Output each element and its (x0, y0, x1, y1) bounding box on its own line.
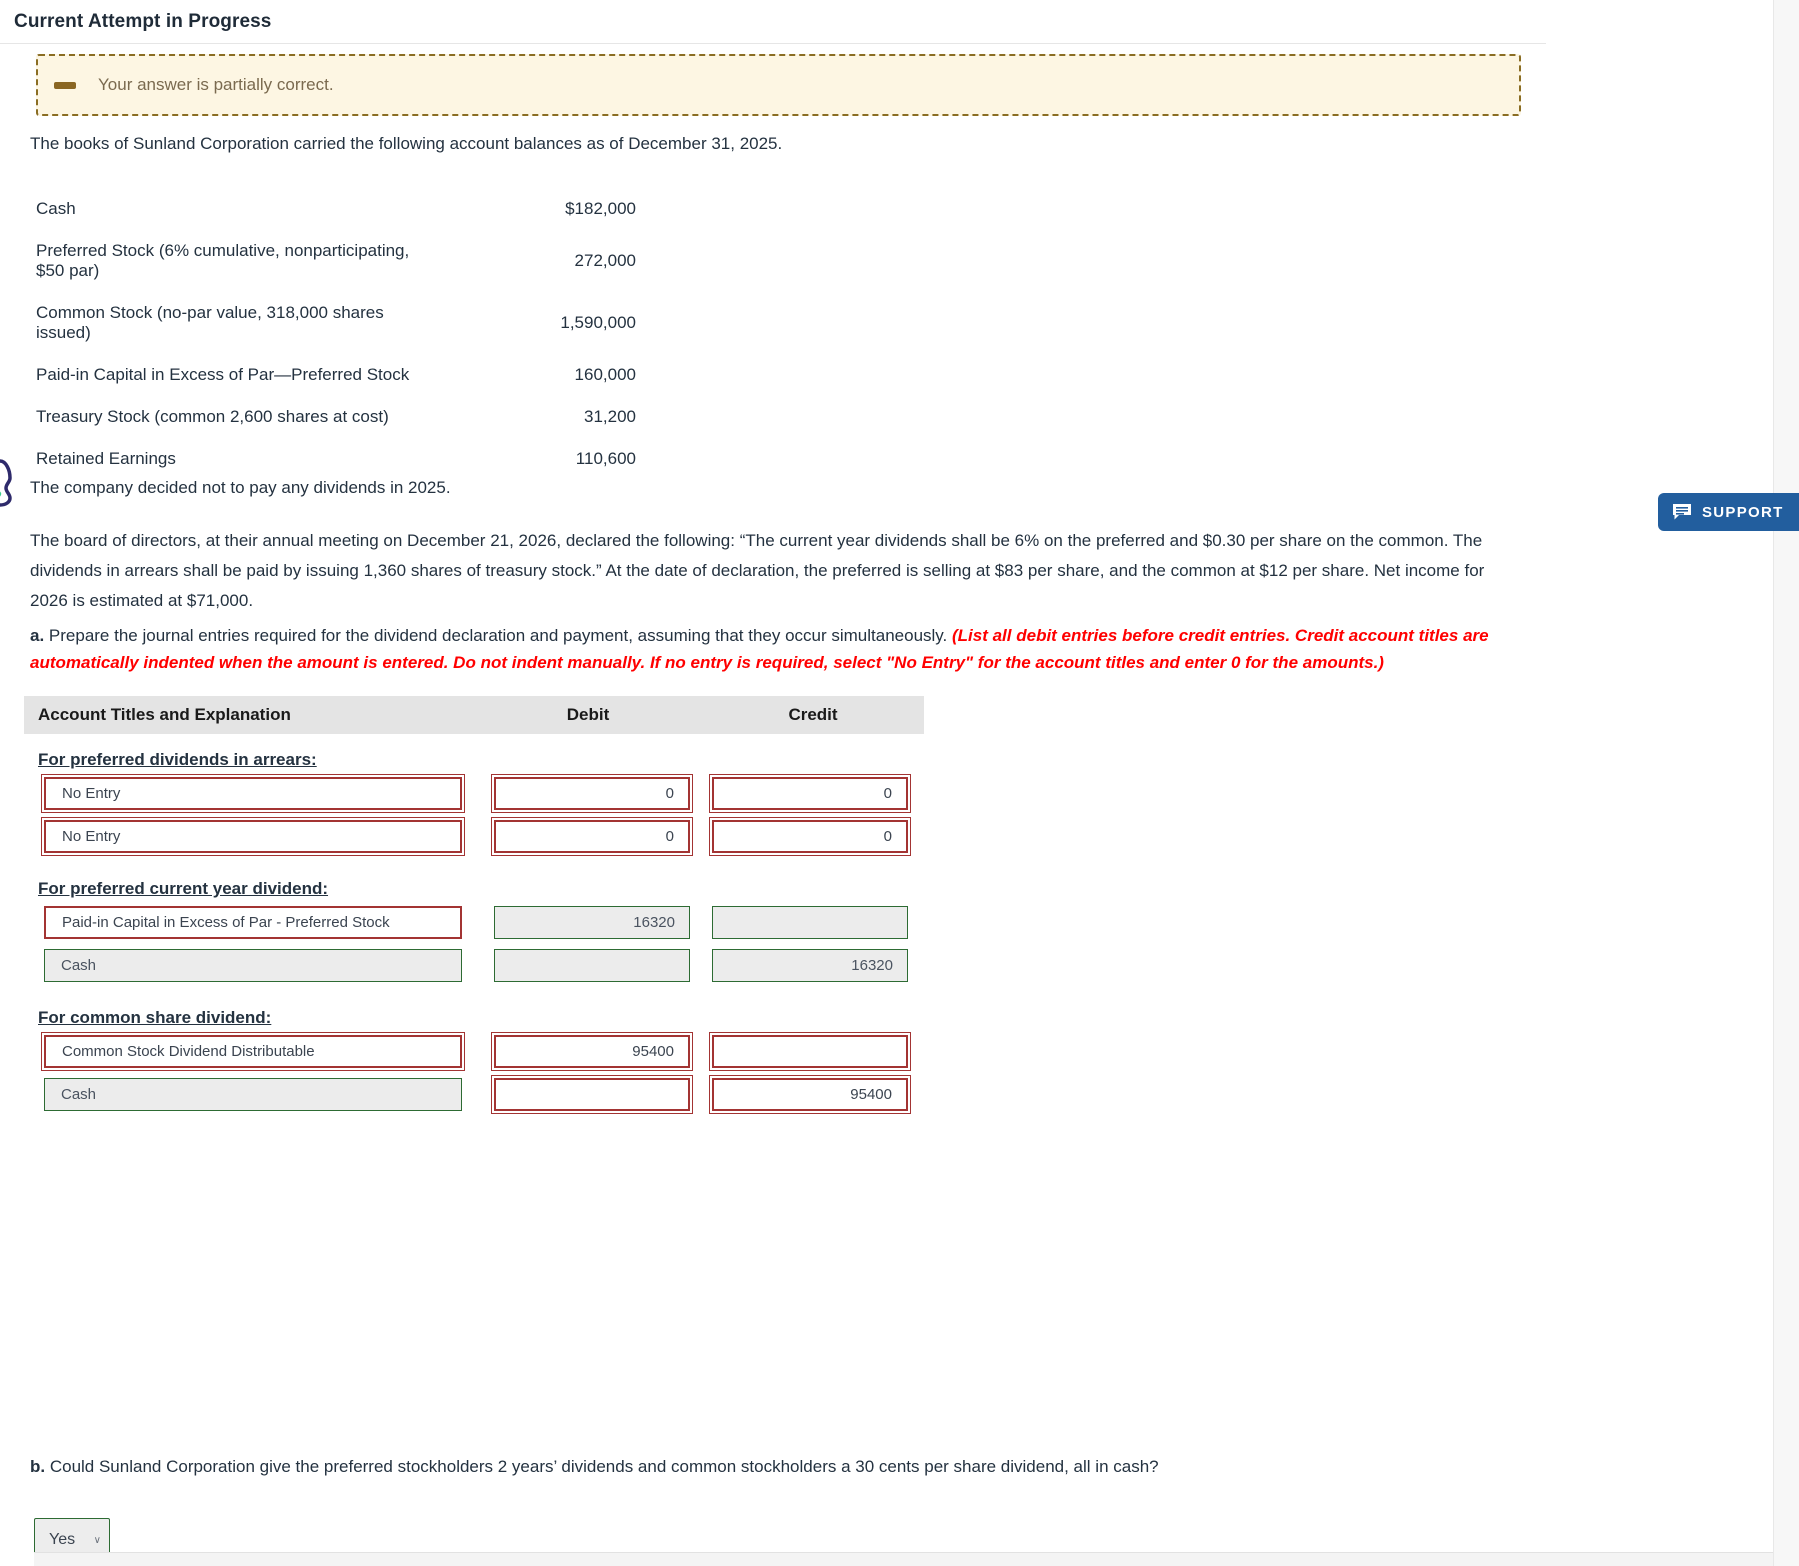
account-title-select[interactable]: Cash (44, 1078, 462, 1111)
credit-cell (702, 1032, 924, 1071)
account-title-select[interactable]: Cash (44, 949, 462, 982)
debit-cell: 16320 (474, 906, 702, 939)
question-b-text: b. Could Sunland Corporation give the pr… (30, 1457, 1159, 1477)
credit-input[interactable]: 16320 (712, 949, 908, 982)
balance-amount: $182,000 (565, 199, 636, 218)
table-row: Paid-in Capital in Excess of Par—Preferr… (36, 354, 636, 396)
journal-section-label: For preferred dividends in arrears: (38, 750, 317, 769)
chevron-down-icon: ∨ (93, 1534, 101, 1546)
debit-input[interactable] (491, 1075, 693, 1114)
credit-input[interactable]: 95400 (709, 1075, 911, 1114)
journal-entry-row: No Entry 0 0 (24, 817, 924, 856)
journal-entry-row: Paid-in Capital in Excess of Par - Prefe… (24, 906, 924, 939)
balance-label: Treasury Stock (common 2,600 shares at c… (36, 407, 389, 426)
credit-cell: 16320 (702, 949, 924, 982)
credit-cell (702, 906, 924, 939)
debit-input[interactable]: 16320 (494, 906, 690, 939)
page-root: Current Attempt in Progress Your answer … (0, 0, 1799, 1566)
journal-entry-row: Cash 95400 (24, 1075, 924, 1114)
table-row: Preferred Stock (6% cumulative, nonparti… (36, 230, 636, 292)
intro-text: The books of Sunland Corporation carried… (30, 134, 783, 153)
journal-header-account-cell: Account Titles and Explanation (24, 705, 474, 725)
credit-input[interactable] (709, 1032, 911, 1071)
account-cell: Common Stock Dividend Distributable (24, 1032, 474, 1071)
partial-correct-alert: Your answer is partially correct. (36, 54, 1521, 116)
question-a-text: a. Prepare the journal entries required … (30, 622, 1523, 676)
no-dividends-text: The company decided not to pay any divid… (30, 478, 451, 497)
credit-input[interactable] (712, 906, 908, 939)
table-row: Cash $182,000 (36, 188, 636, 230)
journal-header-debit-cell: Debit (474, 705, 702, 725)
support-button[interactable]: SUPPORT (1658, 493, 1799, 531)
debit-cell: 0 (474, 817, 702, 856)
table-row: Retained Earnings 110,600 (36, 438, 636, 480)
debit-cell: 95400 (474, 1032, 702, 1071)
balance-label: Preferred Stock (6% cumulative, nonparti… (36, 241, 410, 280)
journal-header-account: Account Titles and Explanation (38, 705, 291, 724)
table-row: Treasury Stock (common 2,600 shares at c… (36, 396, 636, 438)
credit-cell: 95400 (702, 1075, 924, 1114)
debit-input[interactable] (494, 949, 690, 982)
journal-entry-row: No Entry 0 0 (24, 774, 924, 813)
journal-header-row: Account Titles and Explanation Debit Cre… (24, 696, 924, 734)
attempt-header: Current Attempt in Progress (0, 0, 1546, 44)
page-title: Current Attempt in Progress (14, 10, 272, 32)
debit-input[interactable]: 0 (491, 774, 693, 813)
account-cell: Cash (24, 949, 474, 982)
debit-cell (474, 1075, 702, 1114)
table-row: Common Stock (no-par value, 318,000 shar… (36, 292, 636, 354)
account-balances-table: Cash $182,000 Preferred Stock (6% cumula… (36, 188, 636, 480)
account-title-select[interactable]: No Entry (41, 774, 465, 813)
question-b-answer-value: Yes (49, 1531, 76, 1548)
question-b-prefix: b. (30, 1457, 46, 1476)
debit-input[interactable]: 95400 (491, 1032, 693, 1071)
debit-cell (474, 949, 702, 982)
balance-amount: 31,200 (584, 407, 636, 426)
support-label: SUPPORT (1702, 503, 1784, 521)
question-b-main: Could Sunland Corporation give the prefe… (45, 1457, 1159, 1476)
account-cell: No Entry (24, 817, 474, 856)
balance-label: Common Stock (no-par value, 318,000 shar… (36, 303, 384, 342)
alert-message: Your answer is partially correct. (98, 75, 334, 94)
board-declaration-text: The board of directors, at their annual … (30, 531, 1485, 610)
credit-input[interactable]: 0 (709, 774, 911, 813)
balance-label: Paid-in Capital in Excess of Par—Preferr… (36, 365, 410, 384)
credit-cell: 0 (702, 774, 924, 813)
right-gutter (1773, 0, 1799, 1566)
account-title-select[interactable]: Paid-in Capital in Excess of Par - Prefe… (44, 906, 462, 939)
question-a-main: Prepare the journal entries required for… (44, 626, 952, 645)
journal-entry-table: Account Titles and Explanation Debit Cre… (24, 696, 924, 1121)
journal-header-debit: Debit (566, 705, 610, 724)
account-cell: Cash (24, 1078, 474, 1111)
minus-icon (54, 81, 76, 89)
account-cell: No Entry (24, 774, 474, 813)
journal-entry-row: Common Stock Dividend Distributable 9540… (24, 1032, 924, 1071)
balance-amount: 110,600 (575, 449, 636, 468)
journal-section-label: For preferred current year dividend: (38, 879, 329, 898)
journal-section-label: For common share dividend: (38, 1008, 272, 1027)
balance-amount: 272,000 (574, 251, 636, 270)
account-cell: Paid-in Capital in Excess of Par - Prefe… (24, 906, 474, 939)
balance-amount: 160,000 (574, 365, 636, 384)
cookie-icon[interactable] (0, 458, 24, 508)
journal-header-credit: Credit (788, 705, 838, 724)
account-title-select[interactable]: Common Stock Dividend Distributable (41, 1032, 465, 1071)
journal-header-credit-cell: Credit (702, 705, 924, 725)
question-a-prefix: a. (30, 626, 45, 645)
account-title-select[interactable]: No Entry (41, 817, 465, 856)
balance-amount: 1,590,000 (560, 313, 636, 332)
speech-bubble-icon (1672, 503, 1692, 521)
balance-label: Retained Earnings (36, 449, 176, 468)
credit-input[interactable]: 0 (709, 817, 911, 856)
credit-cell: 0 (702, 817, 924, 856)
debit-input[interactable]: 0 (491, 817, 693, 856)
footer-strip (34, 1552, 1773, 1566)
debit-cell: 0 (474, 774, 702, 813)
balance-label: Cash (36, 199, 76, 218)
journal-entry-row: Cash 16320 (24, 949, 924, 982)
